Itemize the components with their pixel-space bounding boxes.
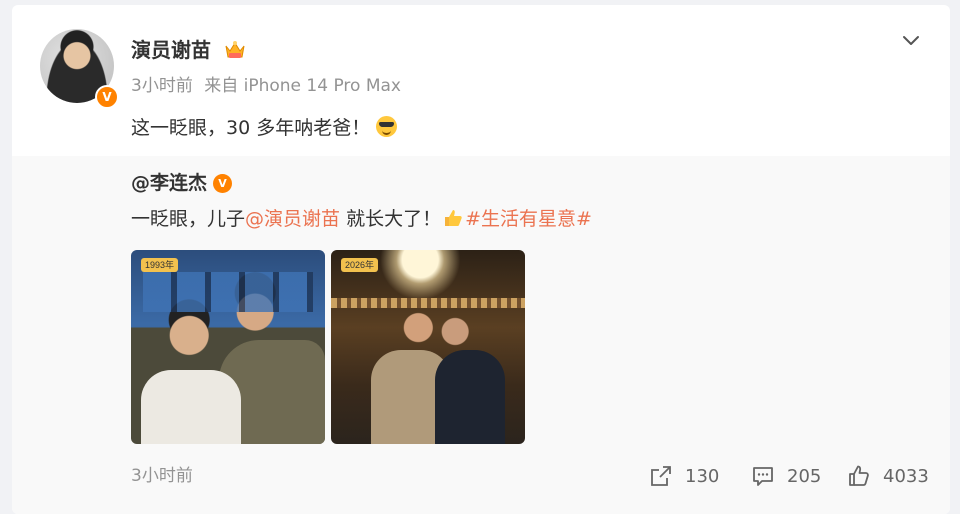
post-source: 来自 iPhone 14 Pro Max xyxy=(204,76,401,96)
comment-icon xyxy=(753,467,773,486)
author-name[interactable]: 演员谢苗 xyxy=(131,37,211,63)
original-text: 一眨眼，儿子@演员谢苗 就长大了！ #生活有星意# xyxy=(131,206,592,232)
thumbs-up-emoji-icon xyxy=(445,210,462,226)
repost-block[interactable]: @李连杰 V 一眨眼，儿子@演员谢苗 就长大了！ #生活有星意# 1993年 20… xyxy=(12,156,950,514)
original-author-name[interactable]: @李连杰 xyxy=(131,172,207,194)
photo-figure xyxy=(141,370,241,444)
original-text-after: 就长大了！ xyxy=(340,208,442,230)
original-author[interactable]: @李连杰 V xyxy=(131,170,233,196)
photo-year-tag: 1993年 xyxy=(141,258,179,272)
original-post-time[interactable]: 3小时前 xyxy=(131,465,193,487)
bar-shelf xyxy=(331,298,525,308)
like-button[interactable]: 4033 xyxy=(847,464,929,488)
verified-badge-icon: V xyxy=(95,85,119,109)
like-count: 4033 xyxy=(883,465,929,487)
original-text-before: 一眨眼，儿子 xyxy=(131,208,246,230)
like-icon xyxy=(849,465,869,486)
repost-photo-2[interactable]: 2026年 xyxy=(331,250,525,444)
post-text: 这一眨眼，30 多年呐老爸！ xyxy=(131,115,398,141)
share-button[interactable]: 130 xyxy=(649,464,719,488)
topic-link[interactable]: #生活有星意# xyxy=(465,208,592,230)
comment-button[interactable]: 205 xyxy=(751,464,821,488)
mention-link[interactable]: @演员谢苗 xyxy=(245,208,340,230)
post-text-content: 这一眨眼，30 多年呐老爸！ xyxy=(131,117,371,139)
verified-badge-icon: V xyxy=(213,174,233,193)
post-meta: 3小时前 来自 iPhone 14 Pro Max xyxy=(131,75,407,97)
post-time[interactable]: 3小时前 xyxy=(131,76,193,96)
crown-badge-icon xyxy=(225,41,245,58)
share-icon xyxy=(651,466,671,486)
chevron-down-icon[interactable] xyxy=(900,29,922,51)
photo-year-tag: 2026年 xyxy=(341,258,379,272)
stadium-seats xyxy=(143,272,313,312)
share-count: 130 xyxy=(685,465,720,487)
comment-count: 205 xyxy=(787,465,822,487)
sunglasses-emoji-icon xyxy=(376,116,398,137)
repost-photo-1[interactable]: 1993年 xyxy=(131,250,325,444)
post-card: V 演员谢苗 3小时前 来自 iPhone 14 Pro Max 这一眨眼，30… xyxy=(12,5,950,514)
photo-figure xyxy=(435,350,505,444)
